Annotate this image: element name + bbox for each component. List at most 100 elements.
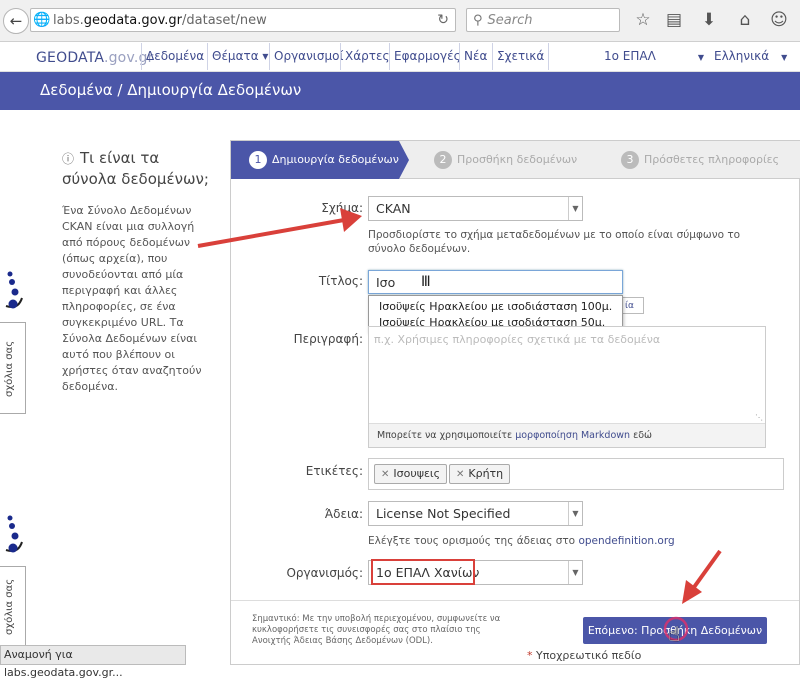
back-arrow-icon: ←: [9, 12, 23, 30]
markdown-suffix: εδώ: [630, 430, 652, 441]
autocomplete-option[interactable]: Ισοϋψείς Ηρακλείου με ισοδιάσταση 100μ.: [379, 299, 622, 315]
tag-chip: ✕ Ισουψεις: [374, 464, 448, 484]
required-text: Υποχρεωτικό πεδίο: [532, 649, 642, 662]
step-label: Προσθήκη δεδομένων: [457, 153, 578, 166]
license-label: Άδεια:: [324, 507, 363, 521]
nav-applications[interactable]: Εφαρμογές: [389, 43, 465, 70]
close-icon[interactable]: ✕: [381, 469, 389, 480]
search-icon: ⚲: [473, 12, 483, 28]
search-bar[interactable]: ⚲ Search: [466, 8, 620, 32]
step-number: 3: [621, 151, 639, 169]
search-placeholder: Search: [487, 12, 533, 28]
organization-highlight: [371, 559, 475, 585]
title-value: Ισο: [376, 274, 396, 290]
language-menu[interactable]: Ελληνικά ▼: [710, 43, 791, 70]
license-select[interactable]: License Not Specified ▼: [368, 501, 583, 526]
site-nav: GEODATA.gov.gr Δεδομένα Θέματα ▾ Οργανισ…: [0, 42, 800, 72]
caret-down-icon: ▼: [697, 53, 704, 62]
step-add-data[interactable]: 2 Προσθήκη δεδομένων: [434, 141, 577, 179]
browser-toolbar: ← 🌐 labs. geodata.gov.gr/dataset/new ↻ ⚲ …: [0, 0, 800, 42]
feedback-tab[interactable]: σχόλια σας: [0, 566, 26, 646]
nav-topics[interactable]: Θέματα ▾: [207, 43, 272, 70]
wizard-steps: 1 Δημιουργία δεδομένων 2 Προσθήκη δεδομένω…: [231, 141, 800, 179]
smiley-icon[interactable]: ☺: [768, 10, 790, 30]
language-menu-label: Ελληνικά: [714, 49, 770, 63]
tag-chip: ✕ Κρήτη: [449, 464, 511, 484]
required-note: * Υποχρεωτικό πεδίο: [527, 649, 641, 662]
browser-status-bar: Αναμονή για labs.geodata.gov.gr...: [0, 645, 186, 679]
logo-main: GEODATA: [36, 50, 104, 66]
url-path: /dataset/new: [182, 12, 267, 28]
tags-label: Ετικέτες:: [305, 464, 363, 478]
url-domain: geodata.gov.gr: [83, 12, 182, 28]
reading-list-icon[interactable]: ▤: [663, 10, 685, 30]
description-textarea[interactable]: π.χ. Χρήσιμες πληροφορίες σχετικά με τα …: [368, 326, 766, 448]
step-number: 2: [434, 151, 452, 169]
markdown-hint: Μπορείτε να χρησιμοποιείτε μορφοποίηση M…: [369, 423, 765, 447]
home-icon[interactable]: ⌂: [734, 10, 756, 30]
caret-down-icon: ▼: [781, 53, 788, 62]
tag-label: Κρήτη: [468, 467, 504, 480]
step-label: Δημιουργία δεδομένων: [272, 153, 399, 166]
feedback-tab-label: σχόλια σας: [4, 340, 15, 398]
caret-down-icon: ▼: [568, 561, 582, 584]
download-icon[interactable]: ⬇: [698, 10, 720, 30]
step-number: 1: [249, 151, 267, 169]
description-label: Περιγραφή:: [293, 332, 363, 346]
site-logo[interactable]: GEODATA.gov.gr: [36, 50, 154, 66]
markdown-prefix: Μπορείτε να χρησιμοποιείτε: [377, 430, 516, 441]
feedback-tab-label: σχόλια σας: [4, 578, 15, 636]
schema-help: Προσδιορίστε το σχήμα μεταδεδομένων με τ…: [368, 229, 741, 255]
page-banner: Δεδομένα / Δημιουργία Δεδομένων: [0, 72, 800, 110]
text-cursor-icon: Ⅲ: [421, 274, 431, 290]
nav-datasets[interactable]: Δεδομένα: [141, 43, 208, 70]
org-menu[interactable]: 1ο ΕΠΑΛ ▼: [600, 43, 708, 70]
info-text: Ένα Σύνολο Δεδομένων CKAN είναι μια συλλ…: [62, 204, 202, 393]
license-value: License Not Specified: [376, 506, 511, 521]
url-edit-text: ία: [625, 300, 634, 311]
info-heading: ⓘ Τι είναι τα σύνολα δεδομένων;: [62, 148, 212, 189]
feedback-tab[interactable]: σχόλια σας: [0, 322, 26, 414]
info-icon: ⓘ: [62, 152, 75, 166]
reload-icon[interactable]: ↻: [437, 12, 449, 28]
description-placeholder: π.χ. Χρήσιμες πληροφορίες σχετικά με τα …: [374, 333, 661, 346]
feedback-logo-icon: [5, 515, 23, 553]
markdown-link[interactable]: μορφοποίηση Markdown: [515, 430, 630, 441]
resize-handle-icon[interactable]: ⋱: [755, 413, 763, 422]
hand-cursor-icon: ☝: [668, 622, 681, 646]
license-help-text: Ελέγξτε τους ορισμούς της άδειας στο: [368, 535, 579, 547]
star-icon[interactable]: ☆: [632, 10, 654, 30]
license-footnote: Σημαντικό: Με την υποβολή περιεχομένου, …: [252, 614, 501, 646]
license-help: Ελέγξτε τους ορισμούς της άδειας στο ope…: [368, 534, 763, 548]
info-title: Τι είναι τα σύνολα δεδομένων;: [62, 149, 209, 188]
info-sidebar: ⓘ Τι είναι τα σύνολα δεδομένων; Ένα Σύνολ…: [62, 148, 212, 395]
tags-input[interactable]: ✕ Ισουψεις ✕ Κρήτη: [368, 458, 784, 490]
organization-label: Οργανισμός:: [286, 566, 363, 580]
url-prefix: labs.: [53, 12, 84, 28]
step-additional-info[interactable]: 3 Πρόσθετες πληροφορίες: [621, 141, 779, 179]
caret-down-icon: ▼: [568, 502, 582, 525]
nav-maps[interactable]: Χάρτες: [340, 43, 394, 70]
step-create-dataset[interactable]: 1 Δημιουργία δεδομένων: [231, 141, 409, 179]
nav-about[interactable]: Σχετικά: [492, 43, 550, 70]
schema-value: CKAN: [376, 201, 411, 216]
org-menu-label: 1ο ΕΠΑΛ: [604, 49, 656, 63]
breadcrumb: Δεδομένα / Δημιουργία Δεδομένων: [40, 81, 302, 99]
schema-label: Σχήμα:: [321, 201, 363, 215]
tag-label: Ισουψεις: [393, 467, 441, 480]
opendefinition-link[interactable]: opendefinition.org: [578, 535, 674, 547]
globe-icon: 🌐: [33, 12, 51, 28]
nav-news[interactable]: Νέα: [459, 43, 491, 70]
url-edit-button[interactable]: ία: [622, 297, 644, 314]
nav-organizations[interactable]: Οργανισμοί: [269, 43, 347, 70]
url-bar[interactable]: 🌐 labs. geodata.gov.gr/dataset/new ↻: [30, 8, 456, 32]
feedback-logo-icon: [5, 271, 23, 309]
caret-down-icon: ▼: [568, 197, 582, 220]
title-label: Τίτλος:: [318, 274, 363, 288]
close-icon[interactable]: ✕: [456, 469, 464, 480]
back-button[interactable]: ←: [3, 8, 29, 34]
schema-select[interactable]: CKAN ▼: [368, 196, 583, 221]
title-input[interactable]: Ισο Ⅲ: [368, 270, 623, 294]
form-divider: [231, 600, 799, 601]
step-label: Πρόσθετες πληροφορίες: [644, 153, 780, 166]
